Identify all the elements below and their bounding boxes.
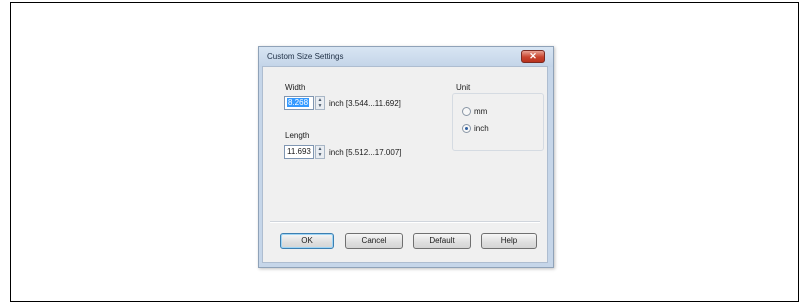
unit-mm-label[interactable]: mm xyxy=(474,107,487,116)
spin-down-icon[interactable]: ▼ xyxy=(316,152,324,158)
width-label: Width xyxy=(285,83,306,92)
ok-button[interactable]: OK xyxy=(280,233,334,249)
length-range: inch [5.512...17.007] xyxy=(329,148,402,157)
dialog-title: Custom Size Settings xyxy=(267,52,344,61)
unit-inch-radio[interactable] xyxy=(462,124,471,133)
dialog-title-bar[interactable]: Custom Size Settings ✕ xyxy=(259,47,553,67)
close-icon: ✕ xyxy=(529,51,537,61)
button-separator xyxy=(270,221,540,223)
length-spinner[interactable]: ▲ ▼ xyxy=(315,145,325,159)
close-button[interactable]: ✕ xyxy=(521,50,545,63)
default-button[interactable]: Default xyxy=(413,233,471,249)
unit-label: Unit xyxy=(456,83,471,92)
length-input[interactable]: 11.693 xyxy=(284,145,314,159)
width-range: inch [3.544...11.692] xyxy=(329,99,401,108)
cancel-button[interactable]: Cancel xyxy=(345,233,403,249)
length-label: Length xyxy=(285,131,310,140)
unit-inch-label[interactable]: inch xyxy=(474,124,489,133)
unit-group xyxy=(452,93,544,151)
spin-down-icon[interactable]: ▼ xyxy=(316,103,324,109)
width-input[interactable]: 8.268 xyxy=(284,96,314,110)
width-spinner[interactable]: ▲ ▼ xyxy=(315,96,325,110)
width-value: 8.268 xyxy=(287,98,310,107)
unit-mm-radio[interactable] xyxy=(462,107,471,116)
length-value: 11.693 xyxy=(287,147,311,156)
help-button[interactable]: Help xyxy=(481,233,537,249)
